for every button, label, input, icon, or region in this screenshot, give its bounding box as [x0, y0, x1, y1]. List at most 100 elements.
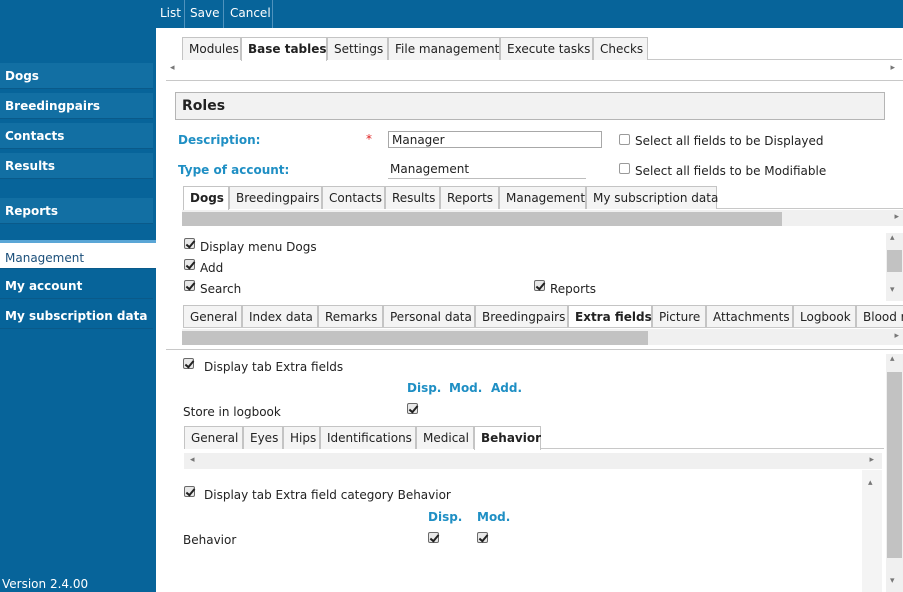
column-mod: Mod.: [449, 381, 483, 395]
select-modifiable-label: Select all fields to be Modifiable: [635, 164, 827, 178]
select-displayed-checkbox[interactable]: [619, 134, 630, 145]
behavior-disp-checkbox[interactable]: [428, 532, 439, 543]
scroll-thumb[interactable]: [887, 372, 902, 558]
tab-settings[interactable]: Settings: [327, 37, 388, 60]
list-button[interactable]: List: [160, 0, 185, 28]
display-tab-extra-fields-checkbox[interactable]: [183, 358, 194, 369]
tab-attachments[interactable]: Attachments: [706, 305, 793, 327]
tab-execute-tasks[interactable]: Execute tasks: [500, 37, 593, 60]
store-in-logbook-label: Store in logbook: [183, 405, 281, 419]
divider: [166, 349, 903, 350]
add-checkbox[interactable]: [184, 259, 195, 270]
store-in-logbook-checkbox[interactable]: [407, 403, 418, 414]
tab-personal-data[interactable]: Personal data: [383, 305, 475, 327]
scroll-left-icon[interactable]: ◂: [170, 63, 175, 73]
tab-my-subscription-data[interactable]: My subscription data: [586, 186, 718, 209]
tab-dogs[interactable]: Dogs: [183, 186, 229, 210]
scroll-thumb[interactable]: [887, 250, 902, 272]
search-label: Search: [200, 282, 242, 296]
extra-field-tabs: General Eyes Hips Identifications Medica…: [184, 426, 884, 450]
extra-tabs-scrollbar[interactable]: ◂ ▸: [184, 453, 882, 469]
sidebar-item-breedingpairs[interactable]: Breedingpairs: [0, 93, 153, 119]
description-label: Description:: [178, 133, 261, 147]
select-modifiable-checkbox[interactable]: [619, 163, 630, 174]
column-mod: Mod.: [477, 510, 511, 524]
display-tab-behavior-label: Display tab Extra field category Behavio…: [204, 488, 451, 502]
tab-modules[interactable]: Modules: [182, 37, 241, 60]
description-input[interactable]: [388, 131, 602, 148]
column-disp: Disp.: [407, 381, 442, 395]
module-tabs: Dogs Breedingpairs Contacts Results Repo…: [183, 186, 903, 210]
sidebar: Dogs Breedingpairs Contacts Results Repo…: [0, 0, 156, 592]
behavior-panel-scroll[interactable]: ▴: [862, 470, 882, 592]
search-checkbox[interactable]: [184, 280, 195, 291]
tab-breedingpairs-dog[interactable]: Breedingpairs: [475, 305, 568, 327]
tab-medical[interactable]: Medical: [416, 426, 474, 449]
type-of-account-label: Type of account:: [178, 163, 290, 177]
sidebar-item-my-account[interactable]: My account: [0, 273, 153, 299]
tab-contacts[interactable]: Contacts: [322, 186, 385, 209]
display-tab-extra-fields-label: Display tab Extra fields: [204, 360, 344, 374]
module-tabs-scrollbar[interactable]: ▸: [182, 210, 903, 226]
scroll-right-icon[interactable]: ▸: [894, 331, 899, 341]
tab-checks[interactable]: Checks: [593, 37, 648, 60]
scroll-up-icon[interactable]: ▴: [890, 354, 895, 364]
tab-general[interactable]: General: [183, 305, 242, 327]
tab-base-tables[interactable]: Base tables: [241, 37, 327, 61]
column-disp: Disp.: [428, 510, 463, 524]
scroll-left-icon[interactable]: ◂: [190, 455, 195, 465]
display-menu-dogs-checkbox[interactable]: [184, 238, 195, 249]
roles-header: Roles: [175, 92, 885, 120]
display-tab-behavior-checkbox[interactable]: [184, 486, 195, 497]
tab-index-data[interactable]: Index data: [242, 305, 318, 327]
type-of-account-value: Management: [388, 161, 586, 179]
sidebar-item-reports[interactable]: Reports: [0, 198, 153, 224]
scroll-right-icon[interactable]: ▸: [869, 455, 874, 465]
tab-extra-general[interactable]: General: [184, 426, 243, 449]
scroll-right-icon[interactable]: ▸: [894, 212, 899, 222]
scroll-up-icon[interactable]: ▴: [868, 478, 873, 488]
tab-file-management[interactable]: File management: [388, 37, 500, 60]
tab-blood[interactable]: Blood r: [856, 305, 903, 327]
scroll-thumb[interactable]: [182, 212, 782, 226]
tab-reports[interactable]: Reports: [440, 186, 499, 209]
cancel-button[interactable]: Cancel: [230, 0, 273, 28]
sidebar-item-my-subscription-data[interactable]: My subscription data: [0, 303, 153, 329]
scroll-down-icon[interactable]: ▾: [890, 285, 895, 295]
sidebar-item-management[interactable]: Management: [0, 240, 156, 269]
tab-results[interactable]: Results: [385, 186, 440, 209]
scroll-thumb[interactable]: [182, 331, 648, 345]
dog-tabs-scrollbar[interactable]: ▸: [182, 329, 903, 345]
sidebar-item-dogs[interactable]: Dogs: [0, 63, 153, 89]
tab-extra-fields[interactable]: Extra fields: [568, 305, 652, 327]
version-label: Version 2.4.00: [2, 577, 89, 591]
select-displayed-label: Select all fields to be Displayed: [635, 134, 824, 148]
main-tabs-scrollbar[interactable]: ◂ ▸: [166, 61, 903, 77]
required-mark: *: [366, 132, 372, 146]
tab-behavior[interactable]: Behavior: [474, 426, 541, 450]
main-tabs: Modules Base tables Settings File manage…: [182, 37, 902, 61]
tab-management[interactable]: Management: [499, 186, 586, 209]
save-button[interactable]: Save: [190, 0, 224, 28]
tab-remarks[interactable]: Remarks: [318, 305, 383, 327]
scroll-right-icon[interactable]: ▸: [890, 63, 895, 73]
reports-checkbox[interactable]: [534, 280, 545, 291]
add-label: Add: [200, 261, 224, 275]
tab-logbook[interactable]: Logbook: [793, 305, 856, 327]
tab-picture[interactable]: Picture: [652, 305, 706, 327]
tab-identifications[interactable]: Identifications: [320, 426, 416, 449]
column-add: Add.: [491, 381, 523, 395]
scroll-down-icon[interactable]: ▾: [890, 576, 895, 586]
main-content: Modules Base tables Settings File manage…: [156, 28, 903, 592]
sidebar-item-results[interactable]: Results: [0, 153, 153, 179]
tab-breedingpairs[interactable]: Breedingpairs: [229, 186, 322, 209]
extra-fields-vscroll[interactable]: ▴ ▾: [886, 354, 903, 592]
tab-eyes[interactable]: Eyes: [243, 426, 283, 449]
dog-tabs: General Index data Remarks Personal data…: [183, 305, 903, 328]
scroll-up-icon[interactable]: ▴: [890, 233, 895, 243]
sidebar-item-contacts[interactable]: Contacts: [0, 123, 153, 149]
tab-hips[interactable]: Hips: [283, 426, 320, 449]
display-menu-dogs-label: Display menu Dogs: [200, 240, 317, 254]
dogs-options-vscroll[interactable]: ▴ ▾: [886, 233, 903, 301]
behavior-mod-checkbox[interactable]: [477, 532, 488, 543]
